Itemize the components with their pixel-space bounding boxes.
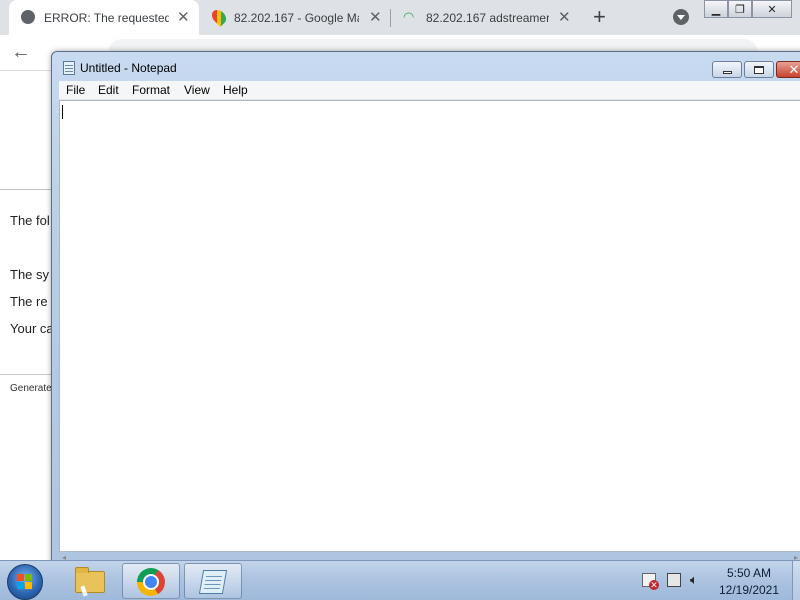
minimize-icon: ▁ bbox=[711, 3, 721, 16]
page-text-line: The sy bbox=[10, 267, 50, 282]
menu-bar: File Edit Format View Help bbox=[59, 81, 800, 100]
google-maps-pin-icon bbox=[209, 7, 229, 27]
maximize-icon bbox=[754, 65, 764, 74]
menu-help[interactable]: Help bbox=[223, 83, 248, 97]
menu-edit[interactable]: Edit bbox=[98, 83, 119, 97]
page-text-line: The fol bbox=[10, 213, 50, 228]
tab-title: 82.202.167 adstreamer bbox=[426, 10, 549, 25]
clock-date: 12/19/2021 bbox=[718, 583, 780, 597]
tab-google-maps[interactable]: 82.202.167 - Google Ma ✕ bbox=[205, 0, 395, 35]
tab-adstreamer[interactable]: ◠ 82.202.167 adstreamer ✕ bbox=[395, 0, 585, 35]
restore-icon: ❐ bbox=[735, 3, 745, 16]
minimize-icon bbox=[722, 70, 732, 74]
browser-tab-strip: ERROR: The requested ✕ 82.202.167 - Goog… bbox=[0, 0, 800, 35]
window-title: Untitled - Notepad bbox=[80, 61, 177, 75]
close-icon[interactable]: ✕ bbox=[558, 10, 571, 25]
chrome-icon bbox=[137, 568, 165, 596]
globe-icon bbox=[21, 10, 35, 24]
close-icon[interactable]: ✕ bbox=[369, 10, 382, 25]
taskbar-chrome[interactable] bbox=[122, 563, 180, 599]
tab-title: ERROR: The requested bbox=[44, 10, 169, 25]
menu-view[interactable]: View bbox=[184, 83, 210, 97]
taskbar-notepad[interactable] bbox=[184, 563, 242, 599]
folder-icon bbox=[75, 567, 105, 593]
maximize-button[interactable] bbox=[744, 61, 774, 78]
notepad-icon bbox=[63, 61, 75, 75]
volume-icon[interactable]: 🔈︎ bbox=[690, 573, 704, 587]
action-center-flag-icon[interactable] bbox=[642, 573, 659, 590]
close-button[interactable]: ✕ bbox=[776, 61, 800, 78]
notepad-window: Untitled - Notepad ✕ File Edit Format Vi… bbox=[51, 51, 800, 571]
menu-format[interactable]: Format bbox=[132, 83, 170, 97]
taskbar-clock[interactable]: 5:50 AM 12/19/2021 bbox=[712, 565, 786, 599]
text-editor-area[interactable] bbox=[59, 100, 800, 552]
browser-minimize-button[interactable]: ▁ bbox=[704, 0, 728, 18]
page-footer: Generate bbox=[10, 383, 52, 394]
tab-search-icon[interactable] bbox=[673, 9, 689, 25]
tab-error-page[interactable]: ERROR: The requested ✕ bbox=[9, 0, 199, 35]
show-desktop-button[interactable] bbox=[792, 561, 800, 600]
page-text-line: The re bbox=[10, 294, 48, 309]
network-icon[interactable] bbox=[667, 573, 681, 587]
text-caret bbox=[62, 105, 63, 119]
tab-title: 82.202.167 - Google Ma bbox=[234, 10, 359, 25]
windows-logo-icon bbox=[17, 574, 33, 590]
minimize-button[interactable] bbox=[712, 61, 742, 78]
page-text-line: Your ca bbox=[10, 321, 54, 336]
taskbar-file-explorer[interactable] bbox=[60, 563, 118, 599]
browser-close-button[interactable]: ✕ bbox=[752, 0, 792, 18]
close-icon: ✕ bbox=[788, 62, 800, 77]
notepad-title-bar[interactable]: Untitled - Notepad ✕ bbox=[52, 52, 800, 81]
close-icon[interactable]: ✕ bbox=[177, 10, 190, 25]
close-icon: ✕ bbox=[767, 3, 777, 16]
new-tab-button[interactable]: + bbox=[593, 6, 606, 28]
browser-restore-button[interactable]: ❐ bbox=[728, 0, 752, 18]
start-button[interactable] bbox=[7, 564, 43, 600]
notepad-icon bbox=[198, 570, 228, 594]
back-arrow-icon[interactable]: ← bbox=[11, 41, 31, 64]
menu-file[interactable]: File bbox=[66, 83, 85, 97]
wifi-icon: ◠ bbox=[403, 9, 415, 24]
tab-separator bbox=[390, 9, 391, 27]
clock-time: 5:50 AM bbox=[726, 566, 772, 580]
